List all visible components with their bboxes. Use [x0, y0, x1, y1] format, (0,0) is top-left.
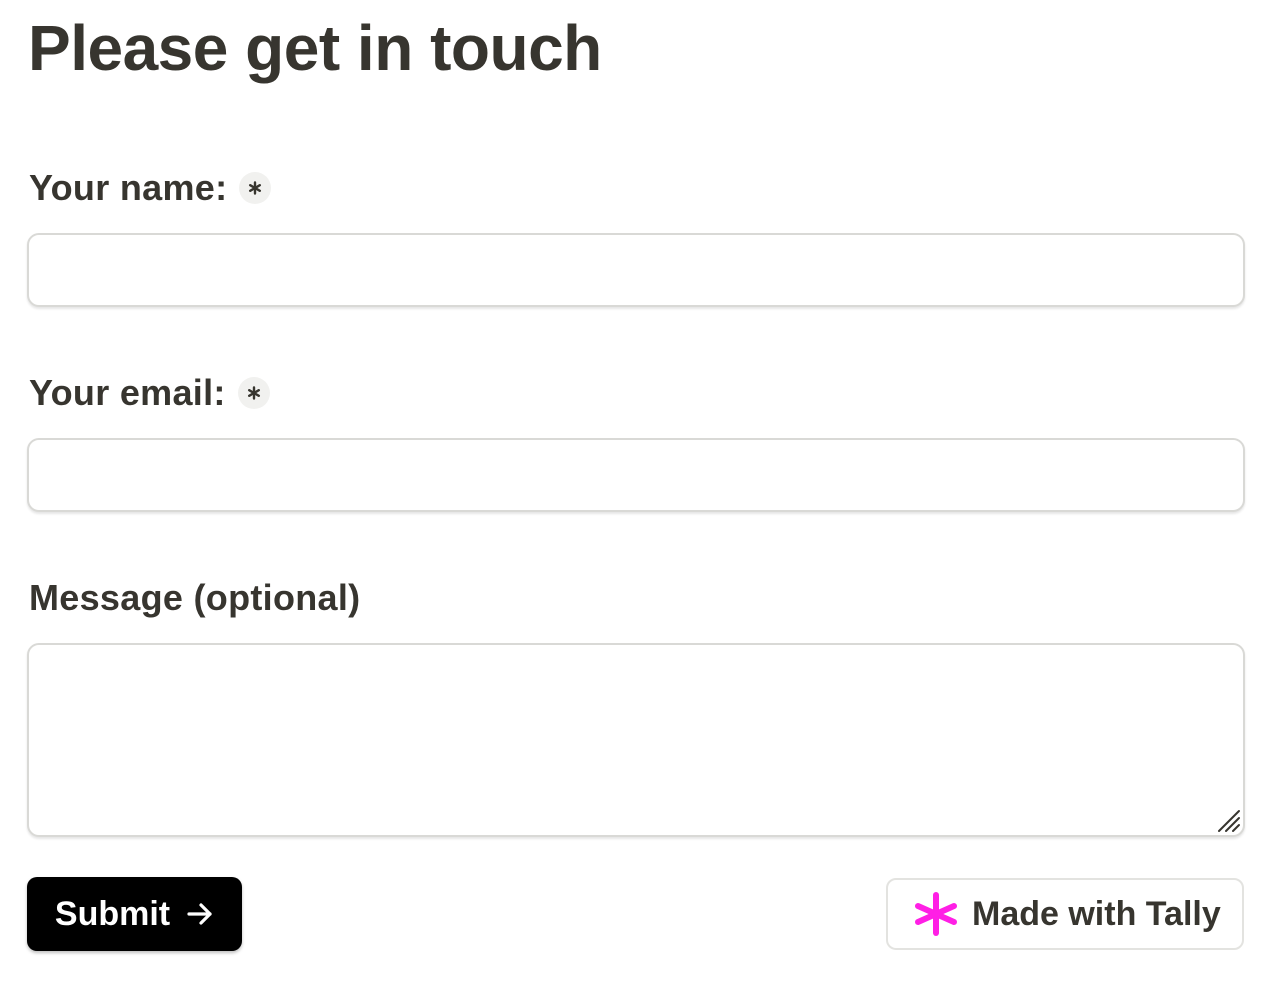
submit-button[interactable]: Submit — [27, 877, 242, 951]
submit-button-label: Submit — [54, 894, 171, 933]
page-title: Please get in touch — [28, 12, 602, 84]
tally-logo-icon — [915, 892, 957, 936]
arrow-right-icon — [187, 903, 212, 925]
required-asterisk-icon — [237, 377, 270, 409]
message-textarea[interactable] — [27, 643, 1245, 837]
message-field-label: Message (optional) — [29, 576, 360, 620]
contact-form-page: Please get in touch Your name: Your emai… — [0, 0, 1286, 1002]
made-with-tally-link[interactable]: Made with Tally — [886, 878, 1244, 950]
resize-handle-icon[interactable] — [1213, 805, 1243, 835]
required-asterisk-icon — [239, 172, 272, 204]
name-field-label: Your name: — [29, 166, 272, 210]
name-label-text: Your name: — [29, 167, 228, 208]
message-label-text: Message (optional) — [29, 577, 361, 618]
name-input[interactable] — [27, 233, 1245, 307]
tally-badge-label: Made with Tally — [972, 894, 1221, 933]
email-field-label: Your email: — [29, 371, 270, 415]
email-label-text: Your email: — [29, 372, 226, 413]
email-input[interactable] — [27, 438, 1245, 512]
